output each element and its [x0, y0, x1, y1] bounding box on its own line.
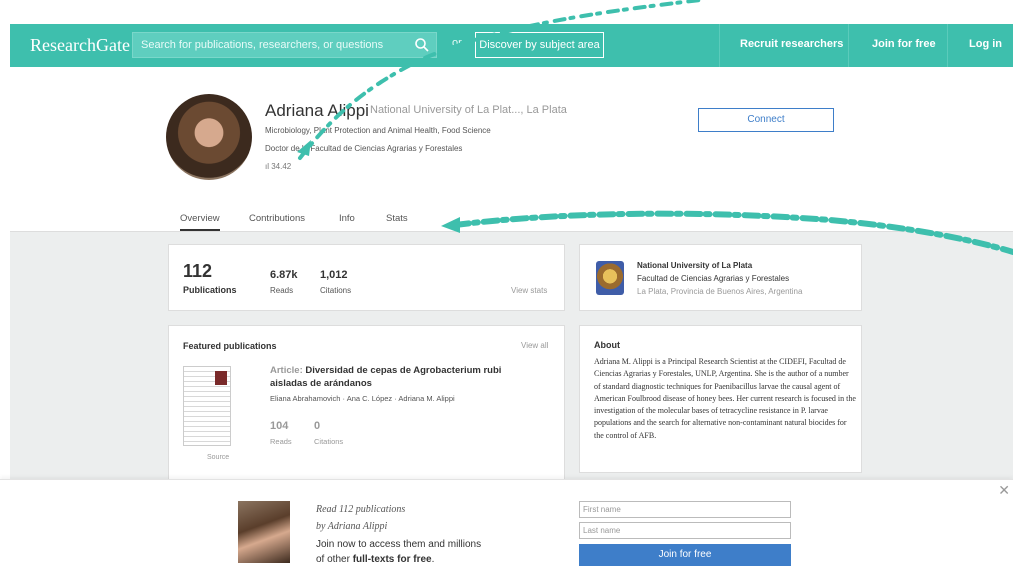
- about-title: About: [594, 340, 620, 350]
- university-logo[interactable]: [596, 261, 624, 295]
- score-bars-icon: ıl: [265, 162, 269, 171]
- top-navigation-bar: ResearchGate or Discover by subject area…: [10, 24, 1013, 67]
- affiliation-card: National University of La Plata Facultad…: [579, 244, 862, 311]
- publication-title: Diversidad de cepas de Agrobacterium rub…: [270, 365, 502, 389]
- join-for-free-link[interactable]: Join for free: [872, 38, 936, 50]
- recruit-researchers-link[interactable]: Recruit researchers: [740, 38, 843, 50]
- signup-promo-line-2: of other full-texts for free.: [316, 554, 434, 565]
- university-location: La Plata, Provincia de Buenos Aires, Arg…: [637, 287, 803, 296]
- nav-divider: [719, 24, 720, 67]
- promo-prefix: of other: [316, 554, 353, 565]
- connect-button[interactable]: Connect: [698, 108, 834, 132]
- university-name-link[interactable]: National University of La Plata: [637, 261, 752, 270]
- promo-suffix: .: [431, 554, 435, 565]
- log-in-link[interactable]: Log in: [969, 38, 1002, 50]
- promo-bold: full-texts for free: [352, 554, 432, 565]
- citations-count: 1,012: [320, 269, 348, 281]
- signup-read-count: Read 112 publications: [316, 504, 406, 515]
- or-separator-text: or: [452, 37, 462, 49]
- reads-label: Reads: [270, 286, 294, 295]
- publication-citations-count: 0: [314, 420, 321, 432]
- tab-overview[interactable]: Overview: [180, 213, 220, 224]
- source-label: Source: [207, 454, 230, 461]
- last-name-field[interactable]: [579, 522, 791, 539]
- publications-count: 112: [183, 261, 213, 281]
- publication-thumbnail[interactable]: [183, 366, 231, 446]
- signup-author: by Adriana Alippi: [316, 521, 388, 532]
- profile-disciplines: Microbiology, Plant Protection and Anima…: [265, 126, 491, 135]
- signup-avatar: [238, 501, 290, 563]
- tab-stats[interactable]: Stats: [386, 213, 408, 224]
- publication-citations-label: Citations: [314, 437, 344, 446]
- close-icon[interactable]: ✕: [998, 482, 1010, 499]
- first-name-field[interactable]: [579, 501, 791, 518]
- view-all-link[interactable]: View all: [521, 341, 548, 350]
- stats-card: 112 Publications 6.87k Reads 1,012 Citat…: [168, 244, 565, 311]
- rg-score-value: 34.42: [271, 162, 292, 171]
- join-for-free-button[interactable]: Join for free: [579, 544, 791, 566]
- search-icon[interactable]: [414, 37, 430, 53]
- discover-by-subject-button[interactable]: Discover by subject area: [475, 32, 604, 58]
- publication-title-link[interactable]: Article: Diversidad de cepas de Agrobact…: [270, 364, 530, 390]
- search-box: [132, 32, 437, 58]
- about-text: Adriana M. Alippi is a Principal Researc…: [594, 357, 856, 440]
- profile-avatar: [166, 94, 252, 180]
- tab-info[interactable]: Info: [339, 213, 355, 224]
- publication-reads-count: 104: [270, 420, 289, 432]
- search-input[interactable]: [133, 33, 413, 57]
- citations-label: Citations: [320, 286, 352, 295]
- nav-divider: [947, 24, 948, 67]
- thumbnail-figure: [215, 371, 227, 385]
- faculty-name: Facultad de Ciencias Agrarias y Forestal…: [637, 274, 790, 283]
- publications-label: Publications: [183, 285, 237, 295]
- nav-divider: [848, 24, 849, 67]
- signup-promo-line: Join now to access them and millions: [316, 539, 482, 550]
- reads-count: 6.87k: [270, 269, 298, 281]
- profile-name: Adriana Alippi: [265, 101, 369, 120]
- publication-authors: Eliana Abrahamovich · Ana C. López · Adr…: [270, 394, 455, 403]
- rg-score: ıl 34.42: [265, 162, 291, 171]
- profile-institution-link[interactable]: National University of La Plat..., La Pl…: [370, 104, 567, 116]
- tab-contributions[interactable]: Contributions: [249, 213, 305, 224]
- signup-panel: ✕ Read 112 publications by Adriana Alipp…: [0, 479, 1013, 571]
- publication-reads-label: Reads: [270, 437, 292, 446]
- featured-publications-title: Featured publications: [183, 341, 277, 351]
- about-card: About Adriana M. Alippi is a Principal R…: [579, 325, 862, 473]
- publication-type: Article:: [270, 365, 303, 376]
- featured-publications-card: Featured publications View all Source Ar…: [168, 325, 565, 485]
- profile-degree: Doctor de la Facultad de Ciencias Agrari…: [265, 144, 463, 153]
- view-stats-link[interactable]: View stats: [511, 286, 547, 295]
- researchgate-logo[interactable]: ResearchGate: [30, 35, 130, 56]
